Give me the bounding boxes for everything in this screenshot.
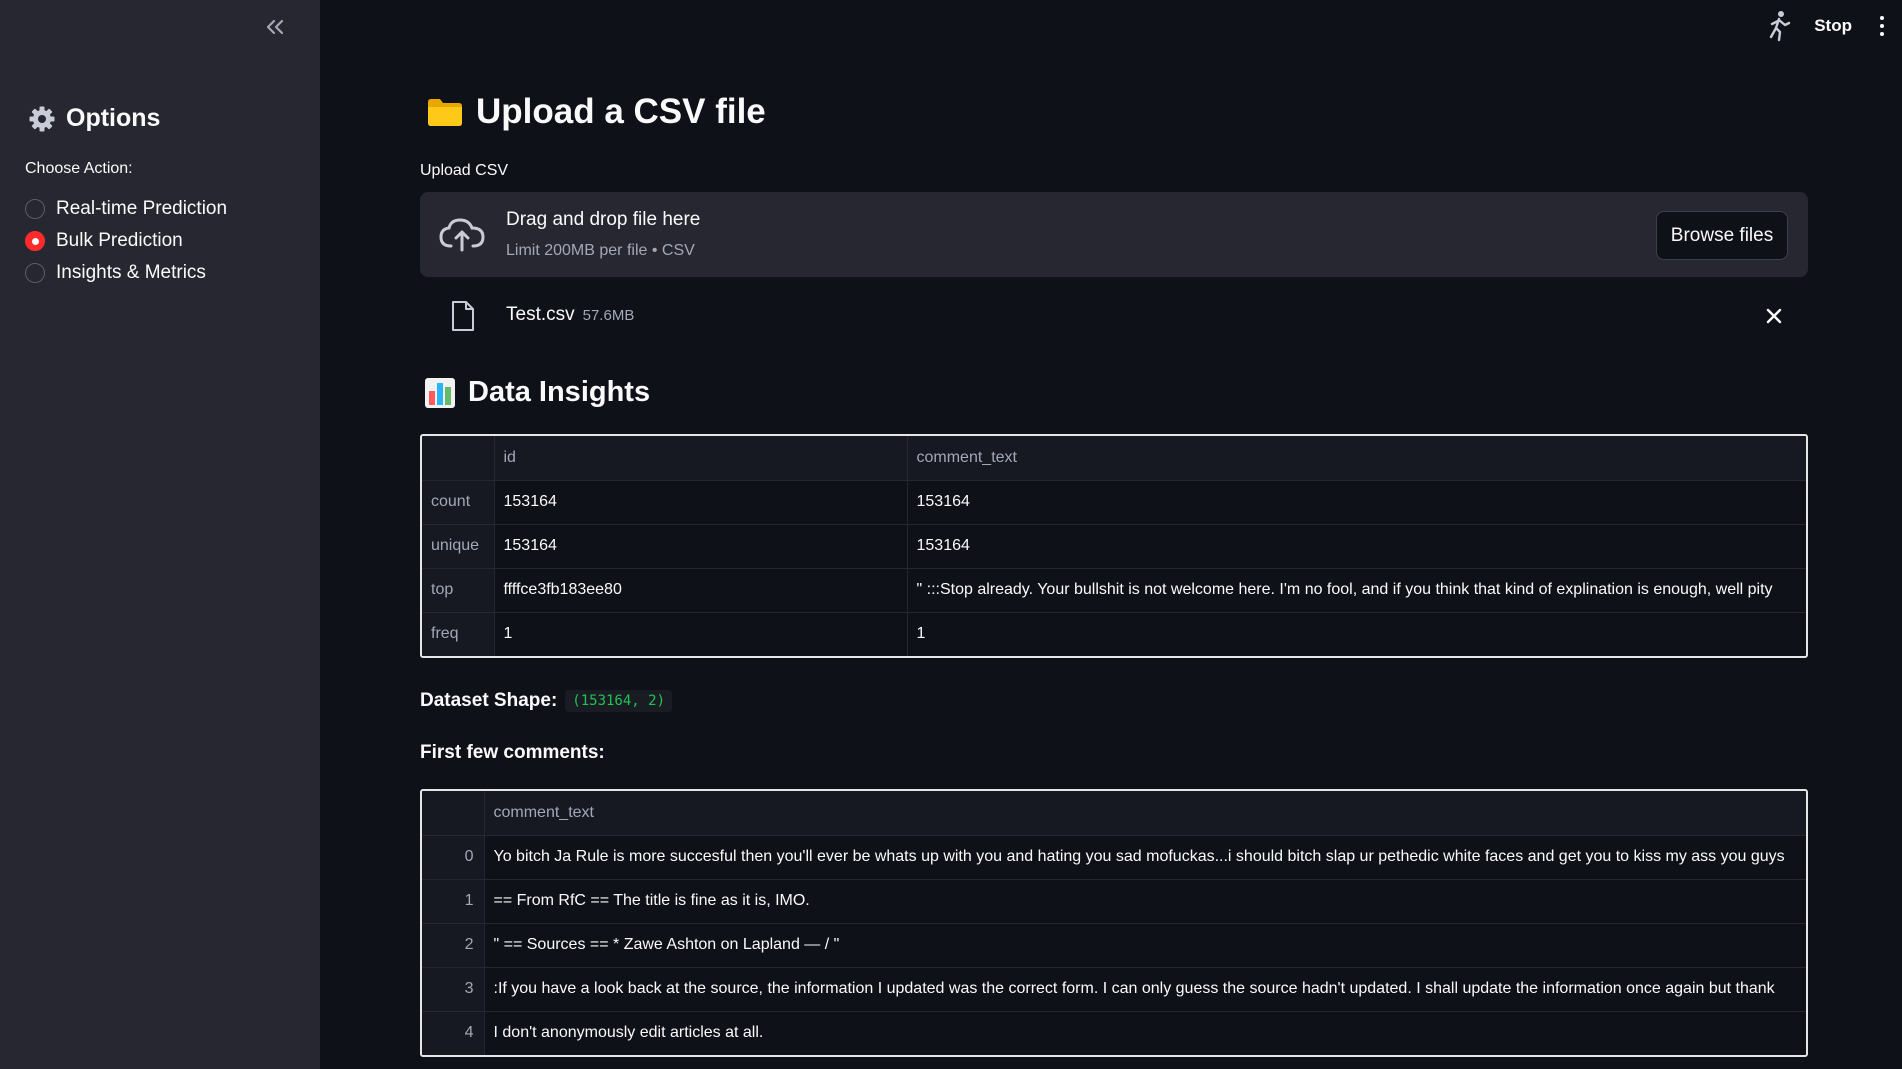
- table-cell[interactable]: 1: [907, 612, 1806, 656]
- table-cell[interactable]: Yo bitch Ja Rule is more succesful then …: [484, 835, 1806, 880]
- collapse-sidebar-button[interactable]: [262, 14, 288, 40]
- column-header[interactable]: [422, 791, 485, 836]
- row-index: unique: [422, 524, 495, 569]
- table-row: 3 :If you have a look back at the source…: [422, 967, 1806, 1012]
- kebab-menu-icon[interactable]: [1874, 11, 1890, 41]
- upload-csv-label: Upload CSV: [420, 162, 509, 179]
- top-toolbar: Stop: [1766, 10, 1890, 42]
- running-man-icon: [1770, 11, 1791, 42]
- table-row: 0 Yo bitch Ja Rule is more succesful the…: [422, 835, 1806, 880]
- table-row: unique 153164 153164: [422, 524, 1806, 569]
- table-row: top ffffce3fb183ee80 " :::Stop already. …: [422, 568, 1806, 613]
- row-index: 3: [422, 967, 485, 1012]
- table-cell[interactable]: ffffce3fb183ee80: [494, 568, 908, 613]
- radio-label: Bulk Prediction: [56, 230, 183, 251]
- row-index: 0: [422, 835, 485, 880]
- file-icon: [452, 301, 474, 331]
- choose-action-label: Choose Action:: [25, 160, 133, 177]
- column-header[interactable]: [422, 436, 495, 481]
- sidebar-title: Options: [66, 104, 161, 132]
- radio-label: Insights & Metrics: [56, 262, 206, 283]
- radio-label: Real-time Prediction: [56, 198, 228, 219]
- table-cell[interactable]: " == Sources == * Zawe Ashton on Lapland…: [484, 923, 1806, 968]
- radio-real-time-prediction[interactable]: Real-time Prediction: [25, 193, 227, 225]
- dataset-shape-label: Dataset Shape:: [420, 690, 558, 711]
- file-name: Test.csv 57.6MB: [506, 304, 634, 326]
- dataset-shape-value: (153164, 2): [565, 690, 672, 712]
- table-row: 4 I don't anonymously edit articles at a…: [422, 1011, 1806, 1055]
- dropzone-subtitle: Limit 200MB per file • CSV: [506, 242, 695, 259]
- row-index: top: [422, 568, 495, 613]
- row-index: 2: [422, 923, 485, 968]
- table-cell[interactable]: 153164: [907, 524, 1806, 569]
- describe-table[interactable]: id comment_text count 153164 153164 uniq…: [420, 434, 1808, 658]
- file-size: 57.6MB: [582, 307, 635, 324]
- sidebar-header: Options: [28, 104, 160, 133]
- row-index: count: [422, 480, 495, 525]
- comments-table[interactable]: comment_text 0 Yo bitch Ja Rule is more …: [420, 789, 1808, 1057]
- table-row: count 153164 153164: [422, 480, 1806, 525]
- table-cell[interactable]: 153164: [494, 480, 908, 525]
- file-name-text: Test.csv: [506, 304, 575, 325]
- table-cell[interactable]: I don't anonymously edit articles at all…: [484, 1011, 1806, 1055]
- data-insights-title: Data Insights: [468, 376, 651, 408]
- double-chevron-left-icon: [266, 19, 284, 35]
- dropzone-title: Drag and drop file here: [506, 209, 701, 230]
- close-icon[interactable]: [1764, 306, 1784, 326]
- gear-icon: [29, 106, 55, 131]
- table-row: 1 == From RfC == The title is fine as it…: [422, 879, 1806, 924]
- row-index: 4: [422, 1011, 485, 1055]
- data-insights-heading: Data Insights: [424, 376, 650, 409]
- column-header[interactable]: comment_text: [907, 436, 1806, 481]
- file-dropzone[interactable]: Drag and drop file here Limit 200MB per …: [420, 192, 1808, 277]
- sidebar: Options Choose Action: Real-time Predict…: [0, 0, 320, 1069]
- action-radio-group: Real-time Prediction Bulk Prediction Ins…: [25, 193, 227, 289]
- row-index: freq: [422, 612, 495, 656]
- dataset-shape: Dataset Shape: (153164, 2): [420, 690, 672, 712]
- table-row: 2 " == Sources == * Zawe Ashton on Lapla…: [422, 923, 1806, 968]
- table-cell[interactable]: 153164: [907, 480, 1806, 525]
- table-header-row: id comment_text: [422, 436, 1806, 481]
- uploaded-file-row: Test.csv 57.6MB: [420, 295, 1808, 339]
- page-title: Upload a CSV file: [426, 92, 766, 132]
- table-cell[interactable]: :If you have a look back at the source, …: [484, 967, 1806, 1012]
- radio-insights-metrics[interactable]: Insights & Metrics: [25, 257, 227, 289]
- radio-button-selected[interactable]: [25, 231, 45, 251]
- radio-button[interactable]: [25, 263, 45, 283]
- first-comments-label: First few comments:: [420, 742, 605, 763]
- table-cell[interactable]: 1: [494, 612, 908, 656]
- column-header[interactable]: id: [494, 436, 908, 481]
- stop-button[interactable]: Stop: [1814, 16, 1852, 36]
- folder-icon: [428, 99, 462, 126]
- table-row: freq 1 1: [422, 612, 1806, 656]
- table-cell[interactable]: " :::Stop already. Your bullshit is not …: [907, 568, 1806, 613]
- table-cell[interactable]: 153164: [494, 524, 908, 569]
- table-cell[interactable]: == From RfC == The title is fine as it i…: [484, 879, 1806, 924]
- radio-button[interactable]: [25, 199, 45, 219]
- bar-chart-icon: [425, 377, 455, 408]
- cloud-upload-icon: [439, 218, 485, 252]
- radio-bulk-prediction[interactable]: Bulk Prediction: [25, 225, 227, 257]
- column-header[interactable]: comment_text: [484, 791, 1806, 836]
- table-header-row: comment_text: [422, 791, 1806, 836]
- browse-files-button[interactable]: Browse files: [1656, 211, 1788, 260]
- page-title-text: Upload a CSV file: [476, 92, 766, 131]
- row-index: 1: [422, 879, 485, 924]
